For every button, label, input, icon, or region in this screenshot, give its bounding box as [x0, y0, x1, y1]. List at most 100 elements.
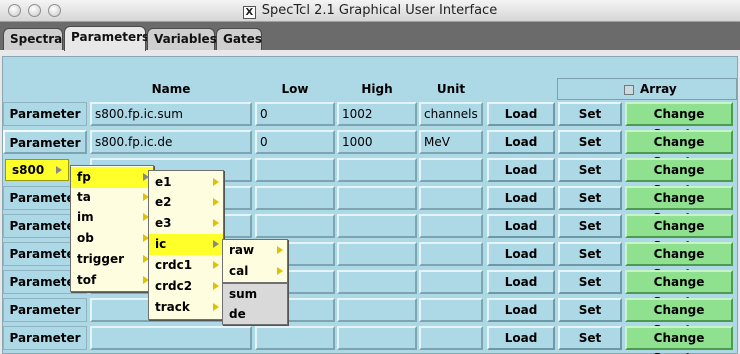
s800-menubutton[interactable]: s800 [5, 159, 69, 181]
high-field[interactable] [337, 326, 417, 350]
set-button[interactable]: Set [558, 242, 622, 266]
menu-item-crdc2[interactable]: crdc2 [149, 276, 223, 297]
high-field[interactable] [337, 298, 417, 322]
fp-submenu: e1 e2 e3 ic crdc1 crdc2 track [148, 170, 224, 320]
parameter-row-button[interactable]: Parameter [3, 298, 87, 322]
unit-field[interactable] [419, 186, 483, 210]
menu-item-crdc1[interactable]: crdc1 [149, 255, 223, 276]
change-spectra-button[interactable]: Change Spectra [625, 242, 733, 281]
set-button[interactable]: Set [558, 214, 622, 238]
menu-item-e3[interactable]: e3 [149, 213, 223, 234]
high-field[interactable] [337, 270, 417, 294]
tab-variables[interactable]: Variables [147, 28, 217, 50]
menu-item-label: e3 [155, 216, 172, 230]
menu-item-ta[interactable]: ta [71, 187, 153, 208]
s800-label: s800 [12, 163, 45, 177]
menu-item-cal[interactable]: cal [223, 261, 287, 282]
set-button[interactable]: Set [558, 102, 622, 126]
menu-item-fp[interactable]: fp [71, 167, 153, 188]
unit-field[interactable] [419, 158, 483, 182]
load-button[interactable]: Load [487, 326, 555, 350]
high-field[interactable] [337, 214, 417, 238]
load-button[interactable]: Load [487, 270, 555, 294]
tab-spectra[interactable]: Spectra [3, 28, 63, 50]
menu-item-sum[interactable]: sum [223, 284, 287, 305]
submenu-arrow-icon [213, 178, 219, 186]
menu-item-track[interactable]: track [149, 297, 223, 318]
change-spectra-button[interactable]: Change Spectra [625, 102, 733, 141]
name-field[interactable]: s800.fp.ic.de [90, 130, 252, 154]
load-button[interactable]: Load [487, 214, 555, 238]
high-field[interactable]: 1000 [337, 130, 417, 154]
high-field[interactable]: 1002 [337, 102, 417, 126]
unit-field[interactable]: channels [419, 102, 483, 126]
change-spectra-button[interactable]: Change Spectra [625, 270, 733, 309]
s800-submenu: fp ta im ob trigger tof [70, 165, 154, 292]
menu-item-im[interactable]: im [71, 207, 153, 228]
unit-field[interactable] [419, 270, 483, 294]
low-field[interactable] [255, 186, 335, 210]
low-field[interactable] [255, 214, 335, 238]
submenu-arrow-icon [213, 198, 219, 206]
menu-item-label: ic [155, 237, 167, 251]
name-field[interactable] [90, 326, 252, 350]
set-button[interactable]: Set [558, 298, 622, 322]
change-spectra-button[interactable]: Change Spectra [625, 326, 733, 354]
menu-item-ic[interactable]: ic [149, 234, 223, 255]
low-field[interactable]: 0 [255, 102, 335, 126]
unit-field[interactable] [419, 298, 483, 322]
tab-gates[interactable]: Gates [216, 28, 262, 50]
unit-field[interactable] [419, 242, 483, 266]
load-button[interactable]: Load [487, 102, 555, 126]
ic-submenu: raw cal [222, 239, 288, 283]
menu-item-ob[interactable]: ob [71, 228, 153, 249]
unit-field[interactable] [419, 214, 483, 238]
load-button[interactable]: Load [487, 242, 555, 266]
change-spectra-button[interactable]: Change Spectra [625, 130, 733, 169]
menu-item-e2[interactable]: e2 [149, 192, 223, 213]
unit-field[interactable]: MeV [419, 130, 483, 154]
window-title: SpecTcl 2.1 Graphical User Interface [261, 3, 498, 18]
set-button[interactable]: Set [558, 326, 622, 350]
submenu-arrow-icon [213, 240, 219, 248]
menu-item-e1[interactable]: e1 [149, 172, 223, 193]
load-button[interactable]: Load [487, 158, 555, 182]
set-button[interactable]: Set [558, 158, 622, 182]
menu-item-tof[interactable]: tof [71, 270, 153, 291]
tab-bar: Spectra Parameters Variables Gates [0, 22, 740, 51]
submenu-arrow-icon [56, 166, 62, 174]
window-title-wrap: X SpecTcl 2.1 Graphical User Interface [0, 3, 740, 19]
name-field[interactable]: s800.fp.ic.sum [90, 102, 252, 126]
set-button[interactable]: Set [558, 270, 622, 294]
menu-item-trigger[interactable]: trigger [71, 249, 153, 270]
change-spectra-button[interactable]: Change Spectra [625, 214, 733, 253]
load-button[interactable]: Load [487, 186, 555, 210]
low-field[interactable]: 0 [255, 130, 335, 154]
load-button[interactable]: Load [487, 130, 555, 154]
menu-item-label: e2 [155, 195, 172, 209]
submenu-arrow-icon [277, 267, 283, 275]
high-field[interactable] [337, 186, 417, 210]
set-button[interactable]: Set [558, 130, 622, 154]
menu-item-de[interactable]: de [223, 304, 287, 325]
change-spectra-button[interactable]: Change Spectra [625, 158, 733, 197]
array-checkbox[interactable] [624, 85, 634, 95]
tab-parameters[interactable]: Parameters [64, 26, 149, 51]
change-spectra-button[interactable]: Change Spectra [625, 298, 733, 337]
unit-field[interactable] [419, 326, 483, 350]
parameter-row-button[interactable]: Parameter [3, 102, 87, 126]
parameter-row-button[interactable]: Parameter [3, 130, 87, 154]
high-field[interactable] [337, 242, 417, 266]
parameter-row-button[interactable]: Parameter [3, 326, 87, 350]
low-field[interactable] [255, 326, 335, 350]
menu-item-label: e1 [155, 175, 172, 189]
high-field[interactable] [337, 158, 417, 182]
menu-item-raw[interactable]: raw [223, 240, 287, 261]
low-field[interactable] [255, 158, 335, 182]
submenu-arrow-icon [213, 303, 219, 311]
change-spectra-button[interactable]: Change Spectra [625, 186, 733, 225]
load-button[interactable]: Load [487, 298, 555, 322]
array-label: Array [640, 82, 677, 96]
set-button[interactable]: Set [558, 186, 622, 210]
menu-item-label: im [77, 210, 94, 224]
